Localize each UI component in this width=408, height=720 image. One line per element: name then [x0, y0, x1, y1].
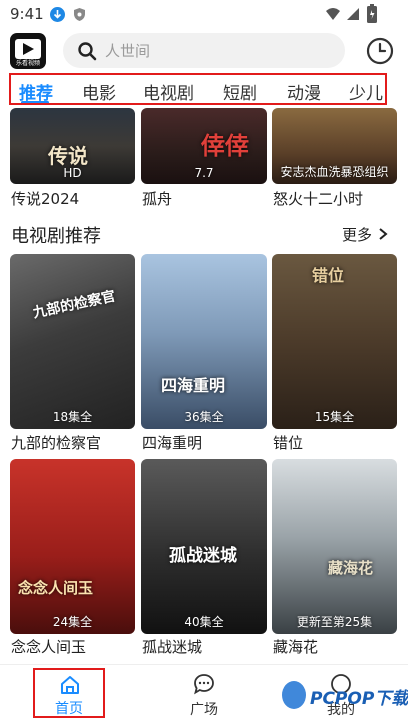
tab-short-drama[interactable]: 短剧 — [223, 79, 257, 103]
poster-image: 四海重明 36集全 — [141, 254, 267, 429]
tab-active-indicator — [21, 101, 49, 103]
app-logo[interactable]: 乐看视频 — [10, 33, 46, 69]
tab-tv-series[interactable]: 电视剧 — [143, 79, 194, 103]
search-input[interactable] — [105, 33, 335, 68]
quality-badge: HD — [63, 166, 82, 180]
category-tabs: 推荐 电影 电视剧 短剧 动漫 少儿 — [9, 73, 387, 105]
video-title: 孤战迷城 — [142, 638, 203, 656]
poster-image: 传说 HD — [10, 108, 135, 184]
video-title: 九部的检察官 — [11, 434, 102, 452]
app-header: 乐看视频 — [0, 30, 408, 70]
rating-badge: 7.7 — [194, 166, 214, 180]
status-time: 9:41 — [10, 5, 44, 23]
video-title: 错位 — [273, 434, 304, 452]
episode-badge: 15集全 — [314, 410, 355, 424]
status-bar: 9:41 — [0, 0, 408, 30]
poster-title-art: 倖倖 — [201, 132, 249, 160]
poster-title-art: 念念人间玉 — [18, 579, 94, 597]
poster-image: 念念人间玉 24集全 — [10, 459, 135, 634]
tab-kids[interactable]: 少儿 — [349, 79, 383, 103]
watermark: PCPOP下载 — [310, 689, 408, 709]
more-link[interactable]: 更多 — [342, 224, 372, 245]
episode-badge: 40集全 — [184, 615, 224, 629]
video-title: 四海重明 — [142, 434, 203, 452]
search-icon — [78, 42, 97, 61]
episode-badge: 更新至第25集 — [296, 615, 373, 629]
poster-title-art: 孤战迷城 — [169, 546, 237, 566]
poster-title-art: 藏海花 — [328, 559, 374, 577]
nav-home-label: 首页 — [55, 701, 83, 717]
tagline-badge: 安志杰血洗暴恐组织 — [280, 165, 389, 179]
tab-anime[interactable]: 动漫 — [287, 79, 321, 103]
poster-image: 藏海花 更新至第25集 — [272, 459, 397, 634]
logo-text: 乐看视频 — [15, 60, 40, 67]
battery-icon — [366, 4, 378, 28]
shield-icon — [72, 7, 87, 22]
nav-plaza[interactable]: 广场 — [169, 665, 239, 720]
poster-image: 孤战迷城 40集全 — [141, 459, 267, 634]
watermark-logo-icon — [282, 681, 306, 709]
episode-badge: 36集全 — [184, 410, 224, 424]
download-icon — [50, 7, 65, 22]
poster-image: 错位 15集全 — [272, 254, 397, 429]
nav-home[interactable]: 首页 — [33, 668, 105, 718]
episode-badge: 18集全 — [52, 410, 93, 424]
episode-badge: 24集全 — [52, 615, 93, 629]
search-bar[interactable] — [63, 33, 345, 68]
chat-bubble-icon — [194, 674, 214, 695]
poster-image: 九部的检察官 18集全 — [10, 254, 135, 429]
tab-movie[interactable]: 电影 — [82, 79, 116, 103]
section-title: 电视剧推荐 — [11, 226, 101, 247]
wifi-icon — [325, 6, 341, 26]
video-title: 藏海花 — [273, 638, 319, 656]
chevron-right-icon[interactable] — [378, 227, 388, 241]
video-title: 怒火十二小时 — [273, 190, 364, 208]
video-title: 念念人间玉 — [11, 638, 87, 656]
poster-title-art: 传说 — [48, 144, 88, 168]
video-title: 孤舟 — [142, 190, 173, 208]
poster-title-art: 九部的检察官 — [31, 288, 117, 322]
video-title: 传说2024 — [11, 190, 80, 208]
nav-plaza-label: 广场 — [190, 702, 218, 718]
signal-icon — [345, 6, 361, 26]
poster-title-art: 错位 — [312, 266, 345, 285]
home-icon — [61, 676, 79, 694]
poster-image: 倖倖 7.7 — [141, 108, 267, 184]
poster-title-art: 四海重明 — [161, 376, 226, 395]
poster-image: 安志杰血洗暴恐组织 — [272, 108, 397, 184]
history-clock-icon[interactable] — [365, 36, 395, 66]
